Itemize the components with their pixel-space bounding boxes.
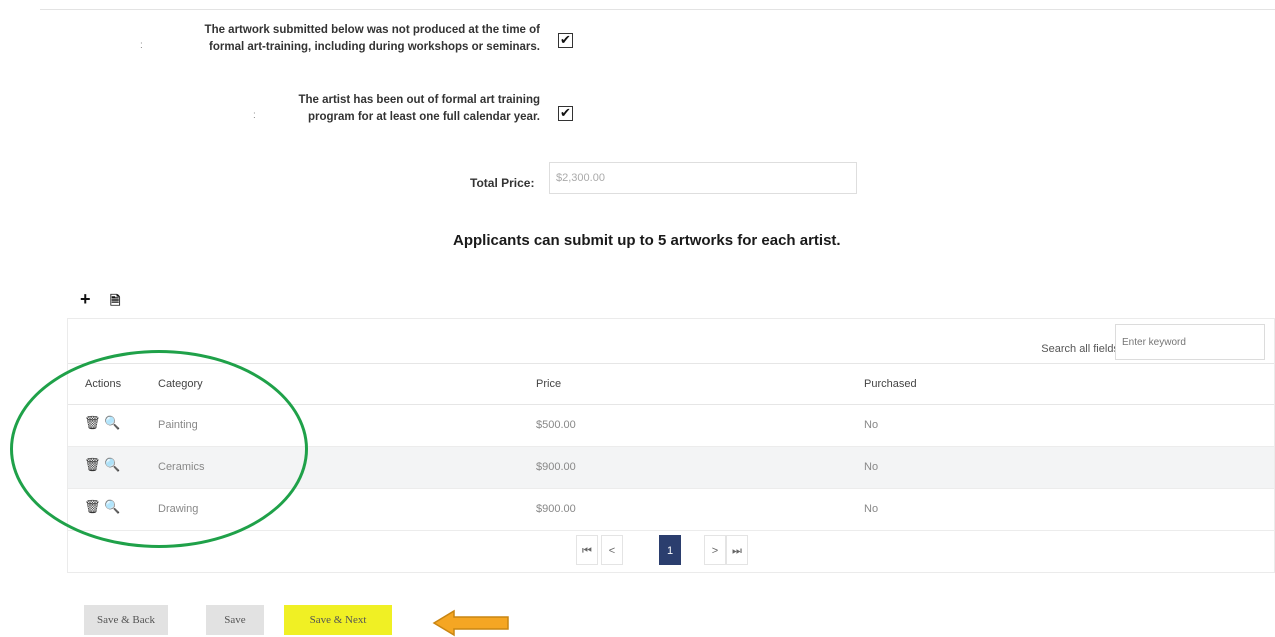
column-header-purchased[interactable]: Purchased [864, 378, 917, 390]
add-icon[interactable]: + [80, 290, 91, 308]
annotation-arrow-icon [432, 609, 509, 637]
attestation-not-produced-in-training: : The artwork submitted below was not pr… [120, 22, 560, 62]
save-back-button[interactable]: Save & Back [84, 605, 168, 635]
attestation-label: The artwork submitted below was not prod… [204, 24, 540, 53]
attestation-label: The artist has been out of formal art tr… [298, 94, 540, 123]
first-page-button[interactable]: ⏮ [576, 535, 598, 565]
save-next-button[interactable]: Save & Next [284, 605, 392, 635]
total-price-label: Total Price: [470, 176, 535, 190]
annotation-circle [10, 350, 308, 548]
save-button[interactable]: Save [206, 605, 264, 635]
required-indicator: : [140, 40, 143, 51]
price-cell: $900.00 [536, 503, 576, 515]
attestation-out-of-training: : The artist has been out of formal art … [120, 92, 560, 132]
price-cell: $500.00 [536, 419, 576, 431]
search-label: Search all fields: [1041, 343, 1122, 355]
purchased-cell: No [864, 461, 879, 473]
search-input[interactable] [1115, 324, 1265, 360]
price-cell: $900.00 [536, 461, 576, 473]
last-page-button[interactable]: ⏭ [726, 535, 748, 565]
total-price-field[interactable]: $2,300.00 [549, 162, 857, 194]
purchased-cell: No [864, 503, 879, 515]
attestation-checkbox-2[interactable]: ✔ [558, 106, 573, 121]
export-icon[interactable]: 🗎 [110, 292, 120, 310]
artwork-limit-note: Applicants can submit up to 5 artworks f… [453, 232, 841, 249]
page-1-button[interactable]: 1 [659, 535, 681, 565]
top-divider [40, 9, 1275, 10]
prev-page-button[interactable]: < [601, 535, 623, 565]
next-page-button[interactable]: > [704, 535, 726, 565]
column-header-price[interactable]: Price [536, 378, 561, 390]
required-indicator: : [253, 110, 256, 121]
attestation-checkbox-1[interactable]: ✔ [558, 33, 573, 48]
purchased-cell: No [864, 419, 879, 431]
